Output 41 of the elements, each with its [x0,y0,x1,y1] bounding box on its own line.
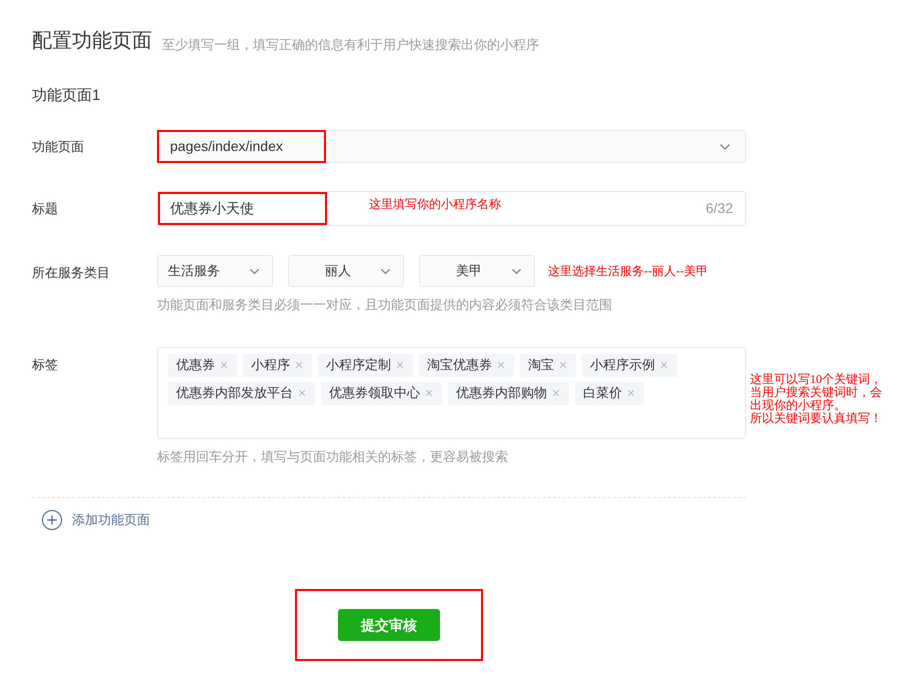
tag-chip[interactable]: 优惠券内部发放平台 [168,382,315,404]
close-icon[interactable] [294,360,304,370]
tag-chip[interactable]: 淘宝优惠券 [419,354,514,376]
close-icon[interactable] [551,388,561,398]
char-count: 6/32 [706,199,733,218]
title-input[interactable]: 优惠券小天使 这里填写你的小程序名称 6/32 [157,191,746,226]
tag-chip[interactable]: 小程序定制 [318,354,413,376]
tag-chip[interactable]: 优惠券领取中心 [321,382,442,404]
annotation-note: 这里可以写10个关键词， 当用户搜索关键词时，会 出现你的小程序。 所以关键词要认真填写！ [750,372,882,424]
annotation-note: 这里选择生活服务--丽人--美甲 [548,263,708,280]
tag-chip[interactable]: 白菜价 [575,382,644,404]
field-label: 标签 [32,356,59,374]
field-label: 标题 [32,200,59,218]
tag-chip[interactable]: 小程序 [243,354,312,376]
page-select[interactable]: pages/index/index [157,130,746,163]
category-select[interactable]: 美甲 [419,255,535,287]
tag-chip[interactable]: 优惠券 [168,354,237,376]
field-hint: 标签用回车分开，填写与页面功能相关的标签，更容易被搜索 [157,448,509,466]
field-label: 所在服务类目 [32,264,111,282]
close-icon[interactable] [424,388,434,398]
close-icon[interactable] [395,360,405,370]
tags-input[interactable]: 优惠券 小程序 小程序定制 淘宝优惠券 淘宝 小程序示例 优惠券内部发放平台 优惠券领取中心 优惠券内部购物 白菜价 [157,346,746,438]
close-icon[interactable] [626,388,636,398]
page-subtitle: 至少填写一组，填写正确的信息有利于用户快速搜索出你的小程序 [162,36,539,54]
tag-chip[interactable]: 小程序示例 [582,354,677,376]
close-icon[interactable] [297,388,307,398]
category-select[interactable]: 丽人 [288,255,404,287]
category-select[interactable]: 生活服务 [157,255,273,287]
add-page-link[interactable]: 添加功能页面 [72,510,150,530]
section-title: 功能页面1 [32,87,100,104]
add-icon[interactable] [42,510,62,530]
field-label: 功能页面 [32,138,85,156]
page-title: 配置功能页面 [32,29,152,54]
tag-chip[interactable]: 淘宝 [520,354,576,376]
annotation-note: 这里填写你的小程序名称 [369,196,502,213]
field-hint: 功能页面和服务类目必须一一对应，且功能页面提供的内容必须符合该类目范围 [157,296,613,314]
close-icon[interactable] [558,360,568,370]
close-icon[interactable] [496,360,506,370]
tag-chip[interactable]: 优惠券内部购物 [448,382,569,404]
close-icon[interactable] [219,360,229,370]
close-icon[interactable] [659,360,669,370]
